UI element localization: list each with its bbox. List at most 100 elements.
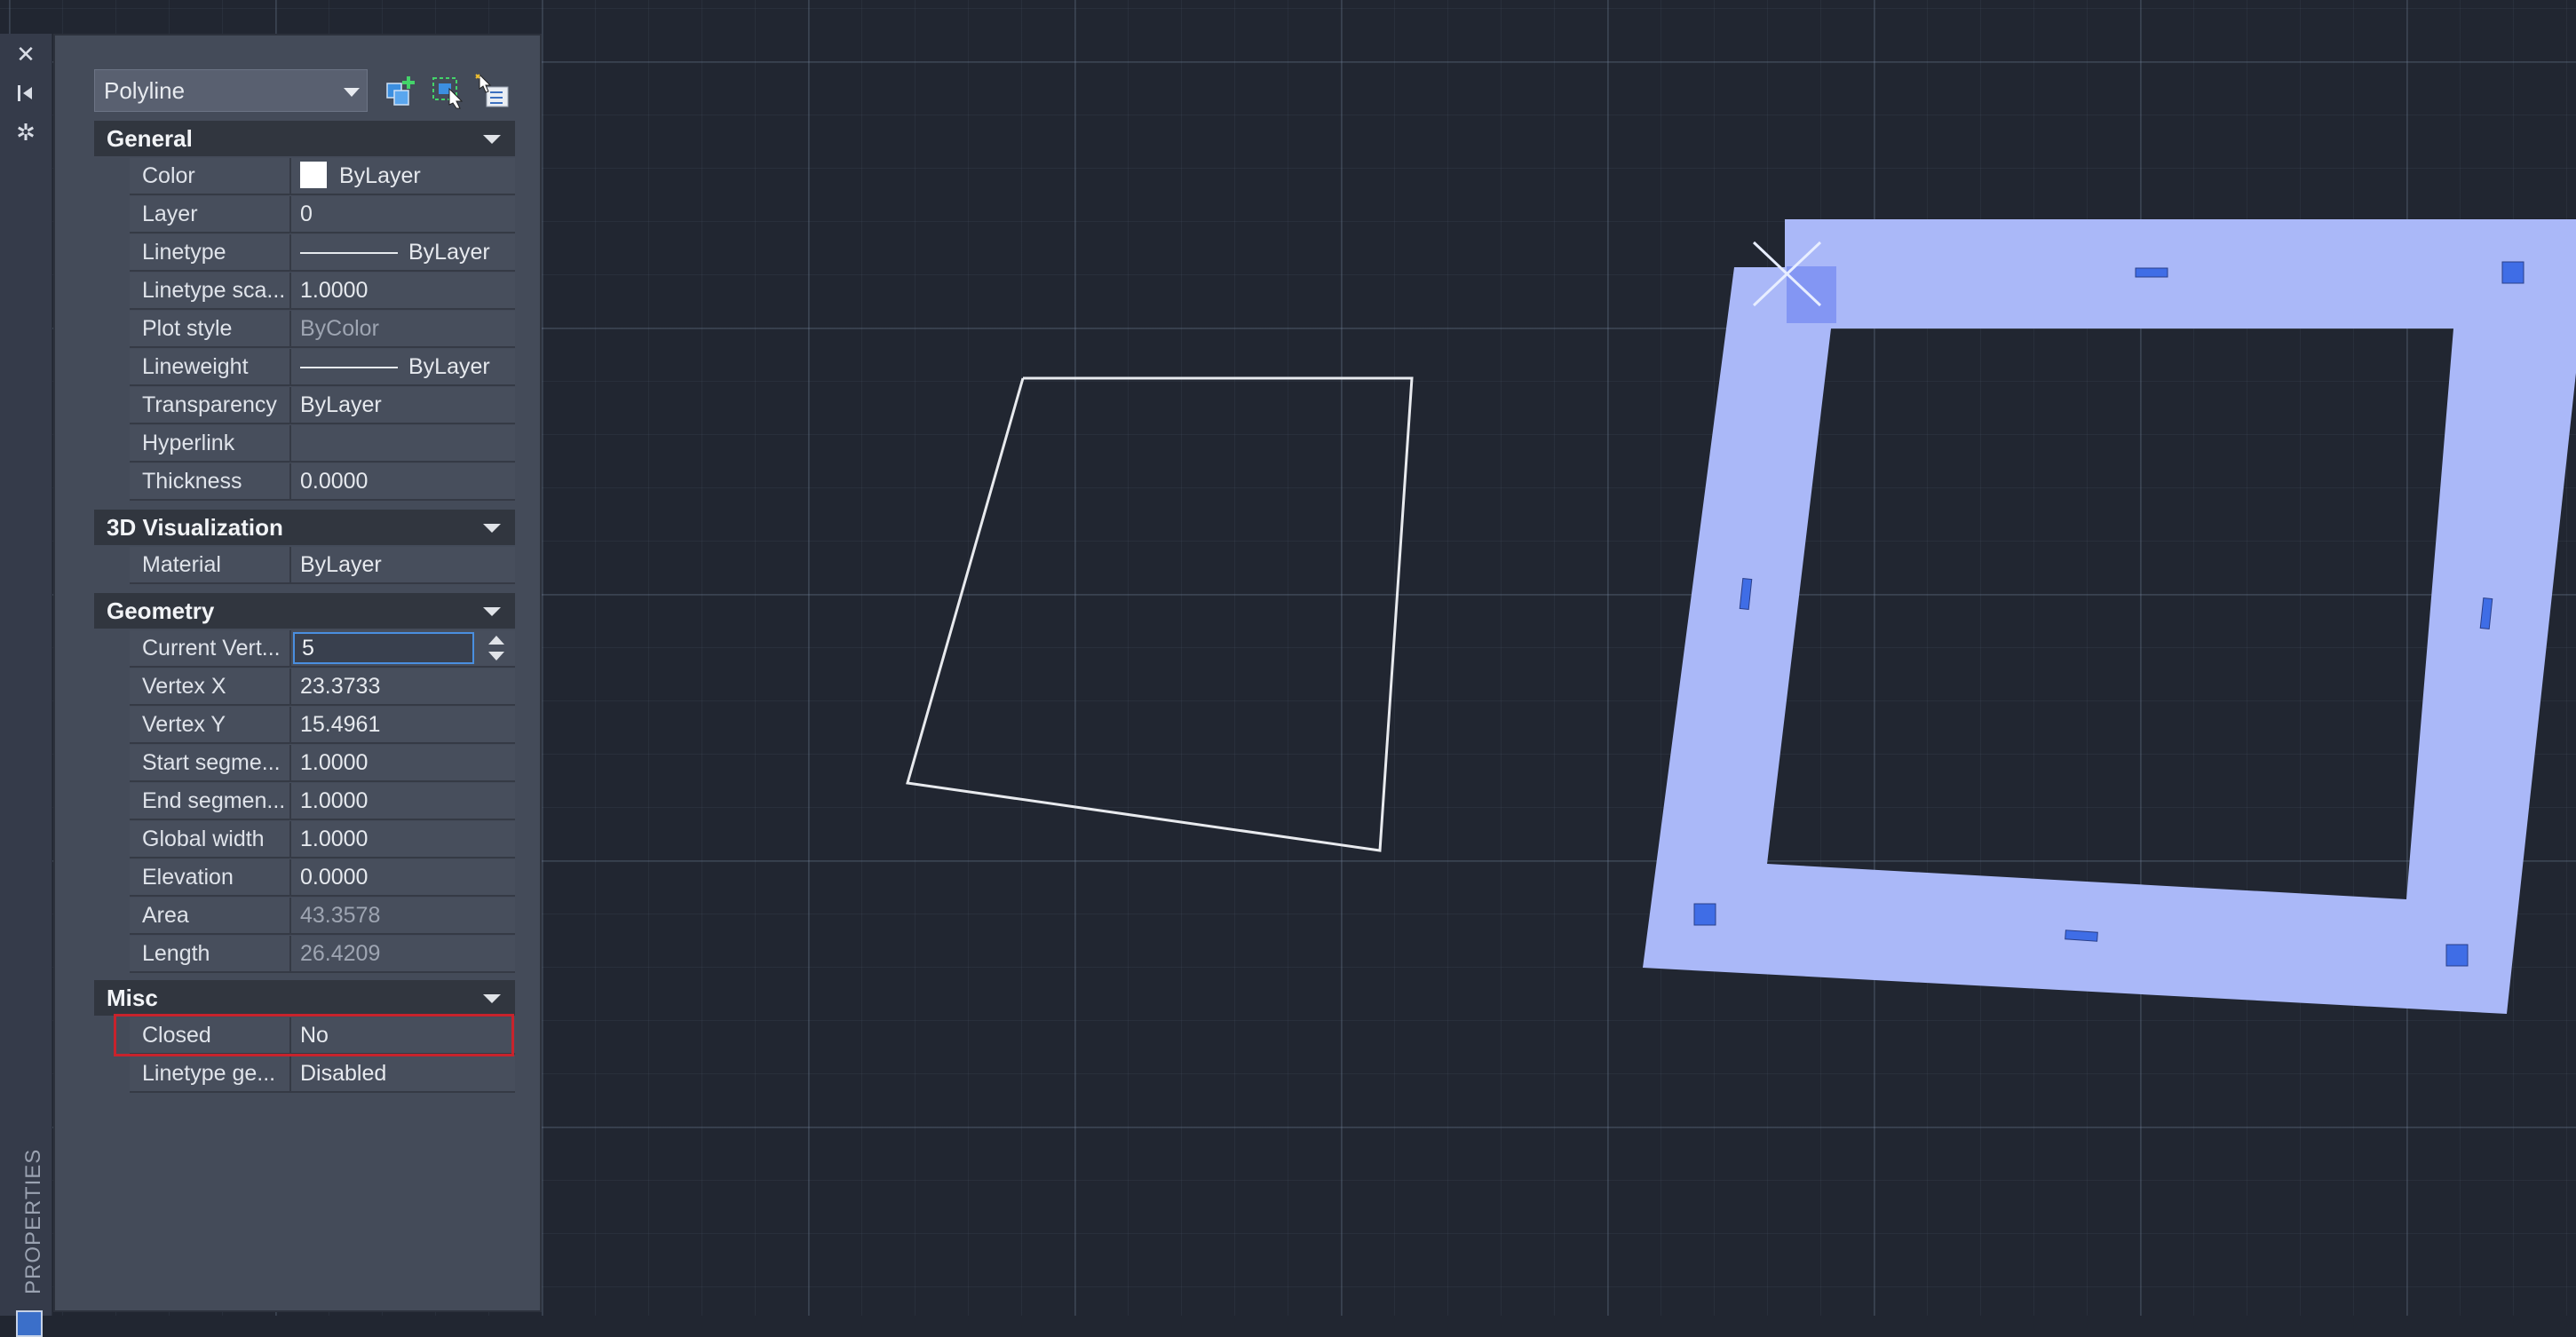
property-row-linetype-generation[interactable]: Linetype ge... Disabled xyxy=(130,1056,515,1093)
property-row-thickness[interactable]: Thickness 0.0000 xyxy=(130,463,515,501)
properties-panel: Polyline General Color ByLayer Layer 0 L… xyxy=(53,34,542,1312)
property-row-end-segment[interactable]: End segmen... 1.0000 xyxy=(130,783,515,820)
property-row-vertex-x[interactable]: Vertex X 23.3733 xyxy=(130,668,515,706)
property-row-start-segment[interactable]: Start segme... 1.0000 xyxy=(130,745,515,782)
chevron-down-icon xyxy=(483,607,501,616)
properties-palette-icon[interactable] xyxy=(16,1310,43,1337)
property-value[interactable]: 0.0000 xyxy=(293,463,515,499)
property-row-global-width[interactable]: Global width 1.0000 xyxy=(130,821,515,858)
selected-wide-polyline[interactable] xyxy=(1643,219,2576,1014)
property-value[interactable]: No xyxy=(293,1017,515,1053)
property-value: 26.4209 xyxy=(300,941,381,966)
property-value[interactable]: 1.0000 xyxy=(293,273,515,308)
property-value[interactable]: 0.0000 xyxy=(293,859,515,895)
property-value[interactable]: 1.0000 xyxy=(293,783,515,819)
property-row-area[interactable]: Area 43.3578 xyxy=(130,898,515,935)
vertex-grip-active[interactable] xyxy=(1787,266,1836,323)
chevron-down-icon xyxy=(483,994,501,1003)
section-geometry[interactable]: Geometry xyxy=(94,593,515,629)
property-row-vertex-y[interactable]: Vertex Y 15.4961 xyxy=(130,707,515,744)
select-objects-icon[interactable] xyxy=(428,71,469,110)
property-label: Transparency xyxy=(130,387,291,423)
chevron-down-icon xyxy=(483,135,501,144)
section-general[interactable]: General xyxy=(94,121,515,156)
property-value: 43.3578 xyxy=(300,903,381,928)
close-icon[interactable]: ✕ xyxy=(9,37,43,71)
settings-icon[interactable]: ✲ xyxy=(9,115,43,149)
property-label: Hyperlink xyxy=(130,425,291,461)
property-value[interactable]: ByLayer xyxy=(293,547,515,582)
property-row-lineweight[interactable]: Lineweight ByLayer xyxy=(130,349,515,386)
vertex-grip[interactable] xyxy=(2501,261,2524,284)
property-label: Color xyxy=(130,158,291,194)
palette-title-bar: ✕ ✲ PROPERTIES xyxy=(0,34,52,1337)
property-label: Thickness xyxy=(130,463,291,499)
property-value[interactable]: ByLayer xyxy=(293,234,515,270)
property-label: Linetype sca... xyxy=(130,273,291,308)
property-value[interactable]: ByLayer xyxy=(293,387,515,423)
property-value[interactable]: Disabled xyxy=(293,1056,515,1091)
property-label: Plot style xyxy=(130,311,291,346)
property-value[interactable]: 15.4961 xyxy=(293,707,515,742)
property-label: Closed xyxy=(130,1017,291,1053)
property-value: ByColor xyxy=(300,316,379,341)
section-misc[interactable]: Misc xyxy=(94,980,515,1016)
property-label: Length xyxy=(130,936,291,971)
property-value[interactable]: 23.3733 xyxy=(293,668,515,704)
property-row-plot-style[interactable]: Plot style ByColor xyxy=(130,311,515,348)
property-value[interactable] xyxy=(293,425,515,461)
property-label: Area xyxy=(130,898,291,933)
property-label: Vertex Y xyxy=(130,707,291,742)
property-row-current-vertex[interactable]: Current Vert... 5 xyxy=(130,630,515,668)
midpoint-grip[interactable] xyxy=(2065,930,2098,942)
current-vertex-input[interactable]: 5 xyxy=(293,632,474,664)
property-label: Lineweight xyxy=(130,349,291,384)
chevron-down-icon xyxy=(344,88,360,97)
lineweight-sample xyxy=(300,367,398,369)
property-value[interactable]: 1.0000 xyxy=(293,821,515,857)
vertex-grip[interactable] xyxy=(2445,944,2469,967)
property-value[interactable]: 1.0000 xyxy=(293,745,515,780)
spinner-up-icon[interactable] xyxy=(488,636,504,645)
property-label: Elevation xyxy=(130,859,291,895)
property-label: Current Vert... xyxy=(130,630,291,666)
property-row-color[interactable]: Color ByLayer xyxy=(130,158,515,195)
midpoint-grip[interactable] xyxy=(2135,267,2168,278)
property-row-linetype[interactable]: Linetype ByLayer xyxy=(130,234,515,272)
property-row-hyperlink[interactable]: Hyperlink xyxy=(130,425,515,463)
property-label: Material xyxy=(130,547,291,582)
section-title: Misc xyxy=(107,985,158,1011)
open-polyline[interactable] xyxy=(906,376,1414,852)
chevron-down-icon xyxy=(483,524,501,533)
section-title: 3D Visualization xyxy=(107,514,283,541)
property-row-elevation[interactable]: Elevation 0.0000 xyxy=(130,859,515,897)
property-label: Layer xyxy=(130,196,291,232)
property-label: Global width xyxy=(130,821,291,857)
property-label: End segmen... xyxy=(130,783,291,819)
property-row-linetype-scale[interactable]: Linetype sca... 1.0000 xyxy=(130,273,515,310)
property-label: Vertex X xyxy=(130,668,291,704)
section-3d-visualization[interactable]: 3D Visualization xyxy=(94,510,515,545)
property-row-length[interactable]: Length 26.4209 xyxy=(130,936,515,973)
property-row-layer[interactable]: Layer 0 xyxy=(130,196,515,233)
vertex-spinner[interactable] xyxy=(483,632,510,664)
object-type-value: Polyline xyxy=(104,77,186,104)
property-value[interactable]: 0 xyxy=(293,196,515,232)
color-value: ByLayer xyxy=(339,163,421,188)
lineweight-value: ByLayer xyxy=(408,354,490,379)
object-type-dropdown[interactable]: Polyline xyxy=(94,69,368,112)
property-label: Linetype xyxy=(130,234,291,270)
property-value[interactable]: ByLayer xyxy=(293,349,515,384)
property-value[interactable]: ByLayer xyxy=(293,158,515,194)
toggle-pickadd-icon[interactable] xyxy=(382,71,423,110)
property-label: Start segme... xyxy=(130,745,291,780)
vertex-grip[interactable] xyxy=(1693,903,1716,926)
section-title: General xyxy=(107,125,193,152)
spinner-down-icon[interactable] xyxy=(488,652,504,661)
quick-select-icon[interactable] xyxy=(472,71,513,110)
property-row-material[interactable]: Material ByLayer xyxy=(130,547,515,584)
color-swatch xyxy=(300,162,327,189)
property-row-transparency[interactable]: Transparency ByLayer xyxy=(130,387,515,424)
autohide-icon[interactable] xyxy=(9,76,43,110)
property-row-closed[interactable]: Closed No xyxy=(130,1017,515,1055)
